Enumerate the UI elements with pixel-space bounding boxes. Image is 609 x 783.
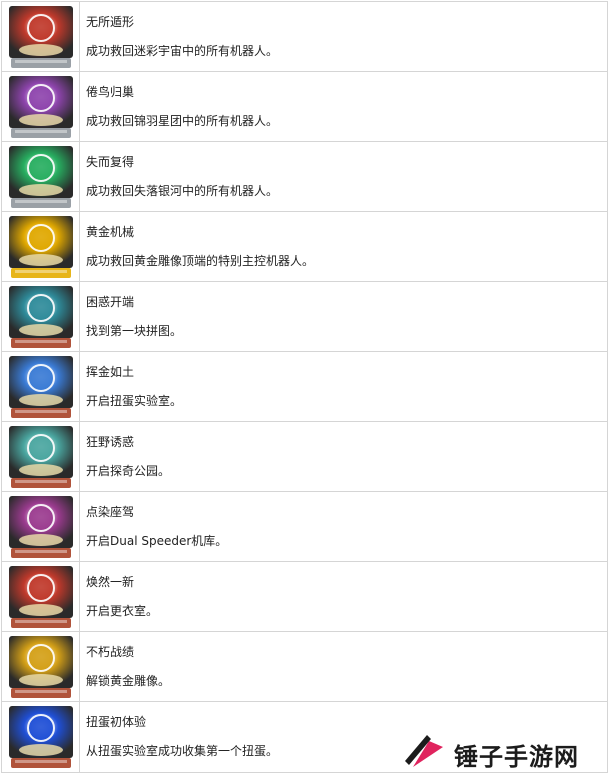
trophy-title: 黄金机械 — [86, 225, 135, 239]
trophy-text-cell: 狂野诱惑开启探奇公园。 — [86, 422, 603, 491]
trophy-row: 黄金机械成功救回黄金雕像顶端的特别主控机器人。 — [1, 212, 608, 282]
trophy-icon-cell — [2, 142, 80, 211]
trophy-description: 开启探奇公园。 — [86, 464, 171, 478]
golden-robot-trophy-icon — [9, 216, 73, 278]
trophy-icon-cell — [2, 562, 80, 631]
trophy-description: 找到第一块拼图。 — [86, 324, 183, 338]
trophy-row: 狂野诱惑开启探奇公园。 — [1, 422, 608, 492]
trophy-row: 倦鸟归巢成功救回锦羽星团中的所有机器人。 — [1, 72, 608, 142]
trophy-title: 挥金如土 — [86, 365, 135, 379]
trophy-text-cell: 黄金机械成功救回黄金雕像顶端的特别主控机器人。 — [86, 212, 603, 281]
trophy-text-cell: 点染座驾开启Dual Speeder机库。 — [86, 492, 603, 561]
trophy-row: 失而复得成功救回失落银河中的所有机器人。 — [1, 142, 608, 212]
trophy-title: 扭蛋初体验 — [86, 715, 147, 729]
elephant-trophy-icon — [9, 426, 73, 488]
trophy-icon-cell — [2, 422, 80, 491]
trophy-description: 成功救回锦羽星团中的所有机器人。 — [86, 114, 279, 128]
trophy-icon-cell — [2, 2, 80, 71]
hammer-logo-icon — [405, 735, 443, 767]
trophy-text-cell: 失而复得成功救回失落银河中的所有机器人。 — [86, 142, 603, 211]
trophy-description: 成功救回迷彩宇宙中的所有机器人。 — [86, 44, 279, 58]
trophy-text-cell: 不朽战绩解锁黄金雕像。 — [86, 632, 603, 701]
trophy-text-cell: 无所遁形成功救回迷彩宇宙中的所有机器人。 — [86, 2, 603, 71]
trophy-title: 失而复得 — [86, 155, 135, 169]
trophy-description: 开启更衣室。 — [86, 604, 159, 618]
trophy-icon-cell — [2, 352, 80, 421]
trophy-title: 不朽战绩 — [86, 645, 135, 659]
trophy-description: 从扭蛋实验室成功收集第一个扭蛋。 — [86, 744, 279, 758]
watermark: 锤子手游网 — [399, 727, 599, 777]
trophy-description: 开启扭蛋实验室。 — [86, 394, 183, 408]
trophy-list: 无所遁形成功救回迷彩宇宙中的所有机器人。 倦鸟归巢成功救回锦羽星团中的所有机器人。… — [1, 1, 608, 773]
trophy-icon-cell — [2, 282, 80, 351]
trophy-row: 困惑开端找到第一块拼图。 — [1, 282, 608, 352]
trophy-title: 倦鸟归巢 — [86, 85, 135, 99]
trophy-description: 成功救回黄金雕像顶端的特别主控机器人。 — [86, 254, 315, 268]
trophy-text-cell: 挥金如土开启扭蛋实验室。 — [86, 352, 603, 421]
galaxy-trophy-icon — [9, 6, 73, 68]
trophy-description: 成功救回失落银河中的所有机器人。 — [86, 184, 279, 198]
trophy-row: 焕然一新开启更衣室。 — [1, 562, 608, 632]
trophy-icon-cell — [2, 212, 80, 281]
puzzle-trophy-icon — [9, 286, 73, 348]
trophy-description: 解锁黄金雕像。 — [86, 674, 171, 688]
golden-statue-trophy-icon — [9, 636, 73, 698]
trophy-icon-cell — [2, 72, 80, 141]
hangar-trophy-icon — [9, 496, 73, 558]
watermark-text: 锤子手游网 — [454, 743, 579, 771]
trophy-title: 无所遁形 — [86, 15, 135, 29]
trophy-text-cell: 焕然一新开启更衣室。 — [86, 562, 603, 631]
trophy-title: 点染座驾 — [86, 505, 135, 519]
playstation-capsule-trophy-icon — [9, 706, 73, 768]
trophy-title: 困惑开端 — [86, 295, 135, 309]
trophy-icon-cell — [2, 492, 80, 561]
trophy-text-cell: 困惑开端找到第一块拼图。 — [86, 282, 603, 351]
trophy-description: 开启Dual Speeder机库。 — [86, 534, 228, 548]
trophy-title: 焕然一新 — [86, 575, 135, 589]
trophy-icon-cell — [2, 702, 80, 772]
trophy-row: 挥金如土开启扭蛋实验室。 — [1, 352, 608, 422]
trophy-text-cell: 倦鸟归巢成功救回锦羽星团中的所有机器人。 — [86, 72, 603, 141]
galaxy-trophy-icon — [9, 76, 73, 138]
gacha-lab-trophy-icon — [9, 356, 73, 418]
trophy-row: 不朽战绩解锁黄金雕像。 — [1, 632, 608, 702]
trophy-icon-cell — [2, 632, 80, 701]
trophy-title: 狂野诱惑 — [86, 435, 135, 449]
galaxy-trophy-icon — [9, 146, 73, 208]
changing-room-trophy-icon — [9, 566, 73, 628]
trophy-row: 点染座驾开启Dual Speeder机库。 — [1, 492, 608, 562]
trophy-row: 无所遁形成功救回迷彩宇宙中的所有机器人。 — [1, 2, 608, 72]
